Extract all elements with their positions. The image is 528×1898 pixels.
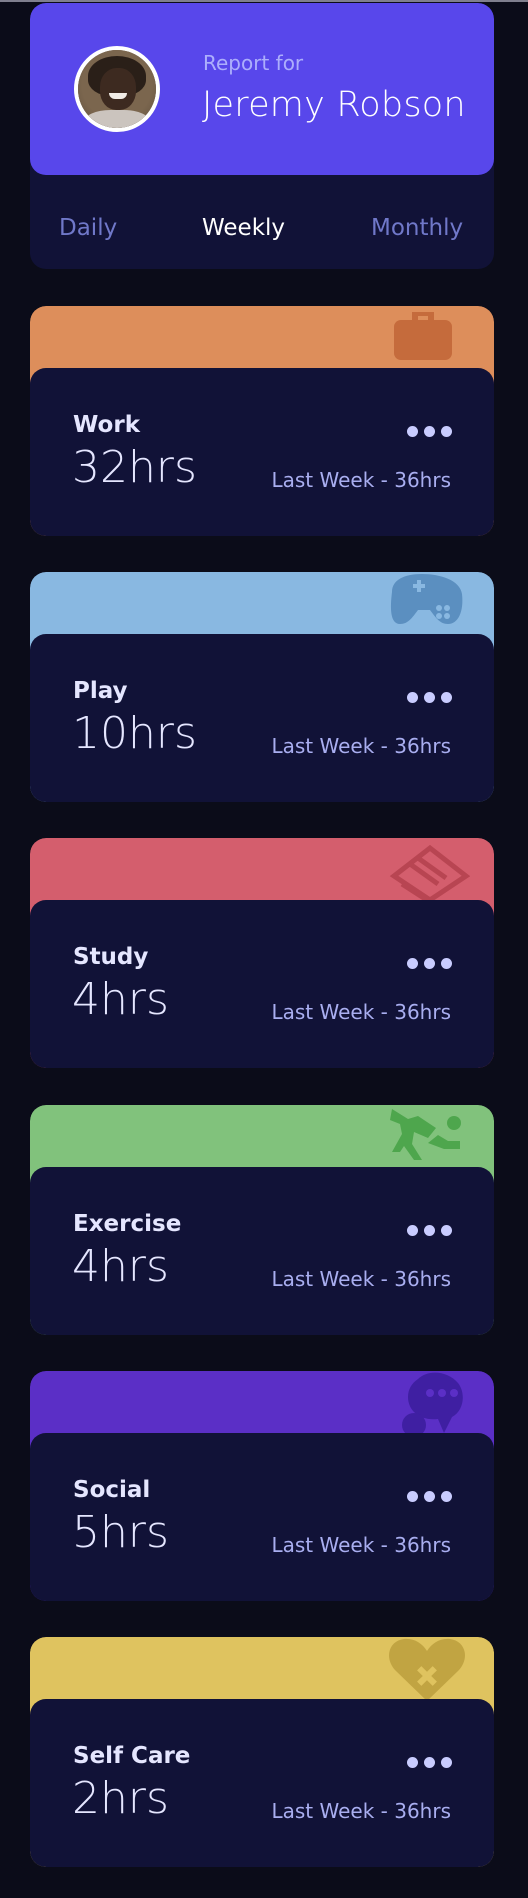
activity-panel-self-care: Self Care 2hrs Last Week - 36hrs [30, 1699, 494, 1867]
more-options-icon[interactable] [407, 958, 453, 970]
more-options-icon[interactable] [407, 692, 453, 704]
activity-card-self-care[interactable]: Self Care 2hrs Last Week - 36hrs [30, 1637, 494, 1867]
running-icon [390, 1109, 461, 1160]
activity-current-hours: 5hrs [72, 1507, 169, 1558]
profile-card: Report for Jeremy Robson Daily Weekly Mo… [30, 3, 494, 269]
activity-panel-study: Study 4hrs Last Week - 36hrs [30, 900, 494, 1068]
activity-card-play[interactable]: Play 10hrs Last Week - 36hrs [30, 572, 494, 802]
activity-previous: Last Week - 36hrs [271, 1267, 451, 1291]
tab-daily[interactable]: Daily [59, 215, 117, 241]
activity-previous: Last Week - 36hrs [271, 734, 451, 758]
activity-card-work[interactable]: Work 32hrs Last Week - 36hrs [30, 306, 494, 536]
activity-current-hours: 32hrs [72, 442, 197, 493]
briefcase-icon [394, 312, 452, 360]
activity-previous: Last Week - 36hrs [271, 468, 451, 492]
heart-icon [389, 1638, 465, 1701]
report-for-label: Report for [203, 51, 304, 75]
activity-title: Exercise [73, 1211, 182, 1237]
more-options-icon[interactable] [407, 1225, 453, 1237]
activity-previous: Last Week - 36hrs [271, 1533, 451, 1557]
activity-title: Play [73, 678, 128, 704]
tab-weekly[interactable]: Weekly [202, 215, 285, 241]
activity-card-social[interactable]: Social 5hrs Last Week - 36hrs [30, 1371, 494, 1601]
activity-title: Self Care [73, 1743, 191, 1769]
tab-monthly[interactable]: Monthly [371, 215, 463, 241]
top-divider [0, 0, 528, 2]
profile-banner: Report for Jeremy Robson [30, 3, 494, 175]
activity-title: Work [73, 412, 140, 438]
activity-title: Study [73, 944, 149, 970]
activity-current-hours: 2hrs [72, 1773, 169, 1824]
activity-panel-work: Work 32hrs Last Week - 36hrs [30, 368, 494, 536]
activity-panel-social: Social 5hrs Last Week - 36hrs [30, 1433, 494, 1601]
timeframe-tabs: Daily Weekly Monthly [30, 175, 494, 269]
gamepad-icon [390, 574, 463, 624]
chat-icon [402, 1372, 463, 1437]
more-options-icon[interactable] [407, 426, 453, 438]
activity-panel-play: Play 10hrs Last Week - 36hrs [30, 634, 494, 802]
activity-card-study[interactable]: Study 4hrs Last Week - 36hrs [30, 838, 494, 1068]
activity-previous: Last Week - 36hrs [271, 1799, 451, 1823]
activity-card-exercise[interactable]: Exercise 4hrs Last Week - 36hrs [30, 1105, 494, 1335]
activity-previous: Last Week - 36hrs [271, 1000, 451, 1024]
activity-current-hours: 4hrs [72, 974, 169, 1025]
more-options-icon[interactable] [407, 1491, 453, 1503]
activity-title: Social [73, 1477, 151, 1503]
activity-current-hours: 4hrs [72, 1241, 169, 1292]
activity-panel-exercise: Exercise 4hrs Last Week - 36hrs [30, 1167, 494, 1335]
user-name: Jeremy Robson [202, 85, 466, 125]
avatar [74, 46, 160, 132]
more-options-icon[interactable] [407, 1757, 453, 1769]
activity-current-hours: 10hrs [72, 708, 197, 759]
book-icon [389, 844, 470, 904]
